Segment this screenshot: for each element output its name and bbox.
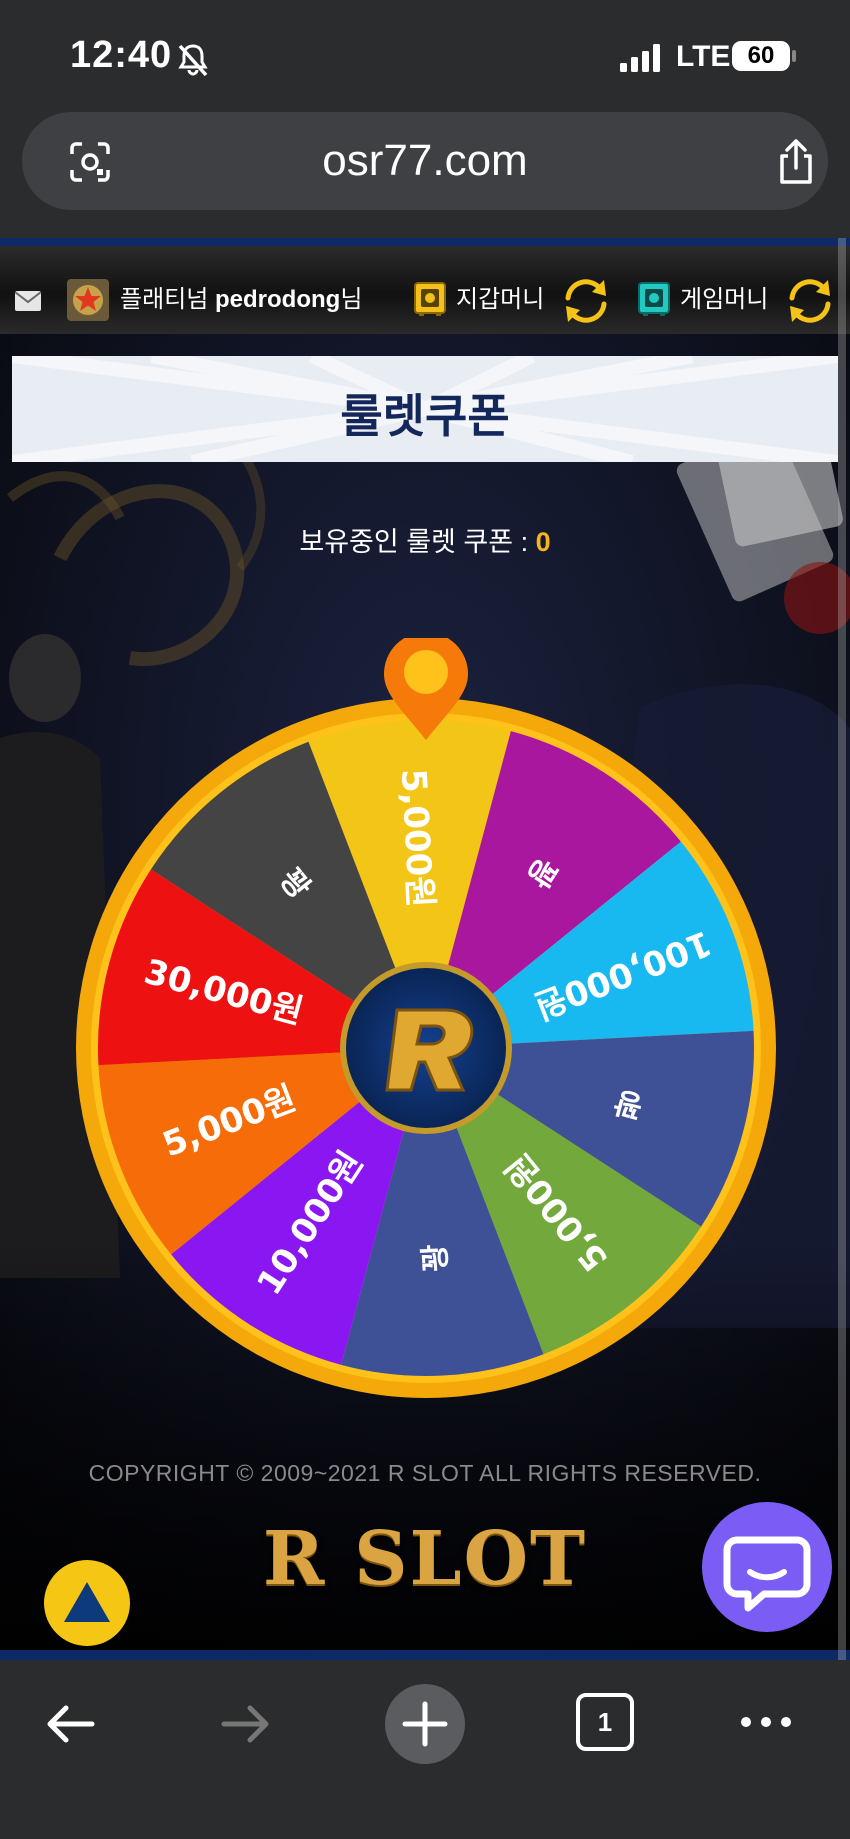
refresh-game-money-icon[interactable] (784, 276, 836, 326)
refresh-wallet-icon[interactable] (560, 276, 612, 326)
bottom-accent-strip (0, 1650, 850, 1660)
game-money-label[interactable]: 게임머니 (680, 279, 768, 314)
status-bar: 12:40 LTE 60 (0, 0, 850, 110)
battery-level: 60 (732, 41, 790, 71)
web-page: 플래티넘 pedrodong님 지갑머니 게임머니 룰렛쿠폰 보유중인 룰렛 쿠… (0, 238, 850, 1660)
plus-icon (402, 1701, 448, 1747)
scroll-top-button[interactable] (44, 1560, 130, 1646)
more-options-icon[interactable] (738, 1712, 794, 1732)
status-time: 12:40 (70, 34, 173, 76)
user-rank: 플래티넘 (120, 286, 209, 313)
coupon-count: 0 (535, 527, 551, 557)
share-icon[interactable] (774, 138, 818, 186)
copyright-text: COPYRIGHT © 2009~2021 R SLOT ALL RIGHTS … (88, 1460, 762, 1486)
roulette-wheel[interactable]: 5,000원 꽝100,000원꽝5,000원꽝10,000원5,000원30,0… (72, 638, 780, 1398)
mail-icon[interactable] (14, 290, 42, 312)
coupon-status: 보유중인 룰렛 쿠폰 : 0 (0, 520, 850, 559)
user-info-bar: 플래티넘 pedrodong님 지갑머니 게임머니 (0, 246, 850, 334)
live-chat-button[interactable] (702, 1502, 832, 1632)
wheel-segment-label: 꽝 (418, 1243, 454, 1272)
browser-bottom-nav: 1 (0, 1660, 850, 1839)
back-arrow-icon[interactable] (42, 1700, 98, 1748)
battery-tip (792, 50, 796, 62)
user-suffix: 님 (340, 286, 363, 313)
address-bar[interactable]: osr77.com (22, 112, 828, 210)
page-title: 룰렛쿠폰 (340, 390, 510, 442)
wallet-money-label[interactable]: 지갑머니 (456, 279, 544, 314)
forward-arrow-icon[interactable] (218, 1700, 274, 1748)
arrow-up-icon (64, 1582, 110, 1622)
top-accent-strip (0, 238, 850, 246)
rank-badge-icon (67, 279, 109, 321)
user-greeting: 플래티넘 pedrodong님 (120, 279, 362, 314)
network-type: LTE (676, 40, 731, 73)
url-text[interactable]: osr77.com (22, 136, 828, 186)
page-scrollbar[interactable] (838, 238, 846, 1660)
cell-signal-icon (620, 44, 660, 72)
game-money-icon (638, 282, 670, 316)
chat-bubble-icon (723, 1536, 811, 1612)
coupon-label: 보유중인 룰렛 쿠폰 : (299, 527, 536, 557)
page-title-box: 룰렛쿠폰 (12, 356, 838, 462)
wheel-segment-label: 5,000원 (393, 768, 440, 909)
username: pedrodong (215, 286, 341, 313)
browser-toolbar: osr77.com (0, 110, 850, 238)
tab-switcher-button[interactable]: 1 (576, 1693, 634, 1751)
new-tab-button[interactable] (385, 1684, 465, 1764)
wallet-icon (414, 282, 446, 316)
silent-bell-icon (178, 44, 208, 77)
